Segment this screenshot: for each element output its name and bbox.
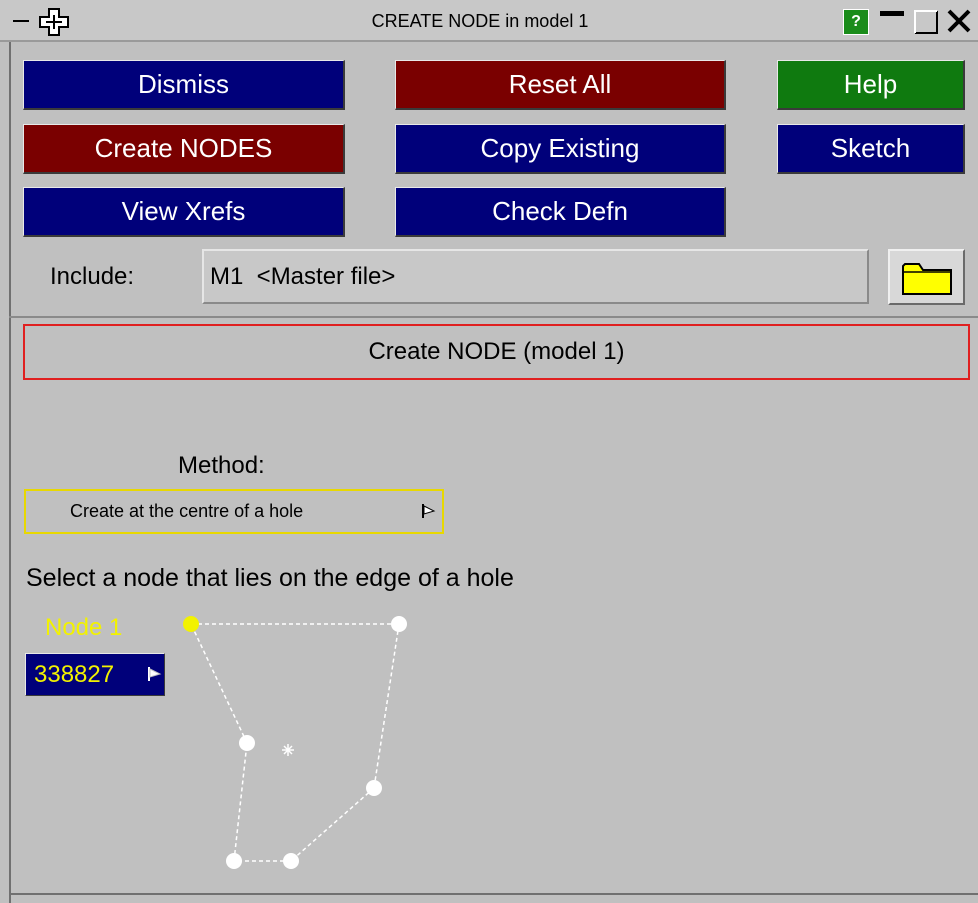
edge-node-point (391, 616, 407, 632)
edge-node-point (239, 735, 255, 751)
move-cross-icon[interactable] (33, 6, 75, 36)
window-title: CREATE NODE in model 1 (371, 10, 589, 31)
edge-node-point (283, 853, 299, 869)
maximize-icon[interactable] (909, 6, 943, 36)
section-divider (9, 316, 978, 318)
dismiss-button[interactable]: Dismiss (23, 60, 345, 110)
dropdown-flag-icon[interactable] (418, 500, 438, 522)
include-field[interactable]: M1 <Master file> (202, 249, 869, 304)
node-1-input[interactable]: 338827 (25, 653, 165, 696)
window-bottom-edge (9, 893, 978, 895)
create-nodes-button[interactable]: Create NODES (23, 124, 345, 174)
reset-all-button[interactable]: Reset All (395, 60, 726, 110)
include-label: Include: (50, 263, 135, 290)
help-button[interactable]: Help (777, 60, 965, 110)
folder-icon (901, 263, 952, 295)
method-dropdown[interactable]: Create at the centre of a hole (24, 489, 444, 534)
window-menu-line-icon[interactable] (10, 6, 32, 36)
panel-title: Create NODE (model 1) (23, 324, 970, 380)
check-defn-button[interactable]: Check Defn (395, 187, 726, 237)
copy-existing-button[interactable]: Copy Existing (395, 124, 726, 174)
instruction-text: Select a node that lies on the edge of a… (26, 563, 514, 592)
view-xrefs-button[interactable]: View Xrefs (23, 187, 345, 237)
hole-diagram (183, 616, 407, 869)
window-left-edge (9, 0, 11, 903)
hole-centre-star (282, 744, 294, 756)
edge-node-point (366, 780, 382, 796)
minimize-icon[interactable] (875, 6, 909, 36)
selected-node-point (183, 616, 199, 632)
sketch-button[interactable]: Sketch (777, 124, 965, 174)
node-dropdown-flag-icon[interactable] (145, 663, 163, 685)
node-1-label: Node 1 (45, 614, 123, 641)
folder-button[interactable] (888, 249, 965, 305)
edge-node-point (226, 853, 242, 869)
method-label: Method: (178, 452, 265, 479)
help-icon[interactable]: ? (843, 9, 869, 35)
close-icon[interactable] (942, 6, 976, 36)
